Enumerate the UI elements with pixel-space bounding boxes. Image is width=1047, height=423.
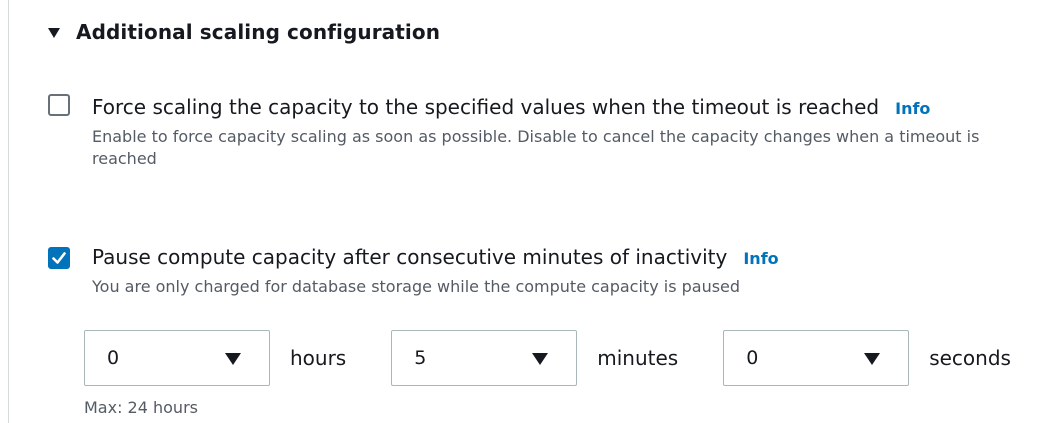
pause-compute-label-text: Pause compute capacity after consecutive… <box>92 245 728 269</box>
section-left-border <box>8 0 9 423</box>
caret-down-icon <box>864 353 881 365</box>
hours-select-value: 0 <box>107 347 120 369</box>
force-scaling-label: Force scaling the capacity to the specif… <box>92 90 1022 126</box>
hours-select[interactable]: 0 <box>84 330 270 386</box>
force-scaling-checkbox[interactable] <box>48 94 70 116</box>
force-scaling-info-link[interactable]: Info <box>895 99 930 118</box>
caret-down-icon <box>225 353 241 365</box>
seconds-select-value: 0 <box>746 347 759 369</box>
pause-compute-option: Pause compute capacity after consecutive… <box>48 240 1038 298</box>
section-title: Additional scaling configuration <box>76 20 441 44</box>
force-scaling-text: Force scaling the capacity to the specif… <box>92 90 1022 170</box>
force-scaling-label-text: Force scaling the capacity to the specif… <box>92 95 880 119</box>
force-scaling-description: Enable to force capacity scaling as soon… <box>92 127 980 168</box>
minutes-select[interactable]: 5 <box>391 330 578 386</box>
force-scaling-option: Force scaling the capacity to the specif… <box>48 90 1038 170</box>
pause-compute-text: Pause compute capacity after consecutive… <box>92 240 1022 298</box>
pause-compute-checkbox[interactable] <box>48 247 70 269</box>
checkmark-icon <box>52 252 66 264</box>
minutes-select-value: 5 <box>414 347 427 369</box>
additional-scaling-toggle[interactable]: Additional scaling configuration <box>48 14 440 50</box>
caret-down-icon <box>48 28 60 38</box>
seconds-unit-label: seconds <box>929 346 1011 370</box>
hours-unit-label: hours <box>290 346 347 370</box>
minutes-unit-label: minutes <box>597 346 679 370</box>
timeout-max-hint: Max: 24 hours <box>84 398 198 417</box>
pause-compute-info-link[interactable]: Info <box>743 249 778 268</box>
caret-down-icon <box>532 353 549 365</box>
pause-compute-description: You are only charged for database storag… <box>92 277 741 296</box>
pause-timeout-row: 0 hours 5 minutes 0 seconds <box>84 330 1011 386</box>
seconds-select[interactable]: 0 <box>723 330 910 386</box>
pause-compute-label: Pause compute capacity after consecutive… <box>92 240 1022 276</box>
